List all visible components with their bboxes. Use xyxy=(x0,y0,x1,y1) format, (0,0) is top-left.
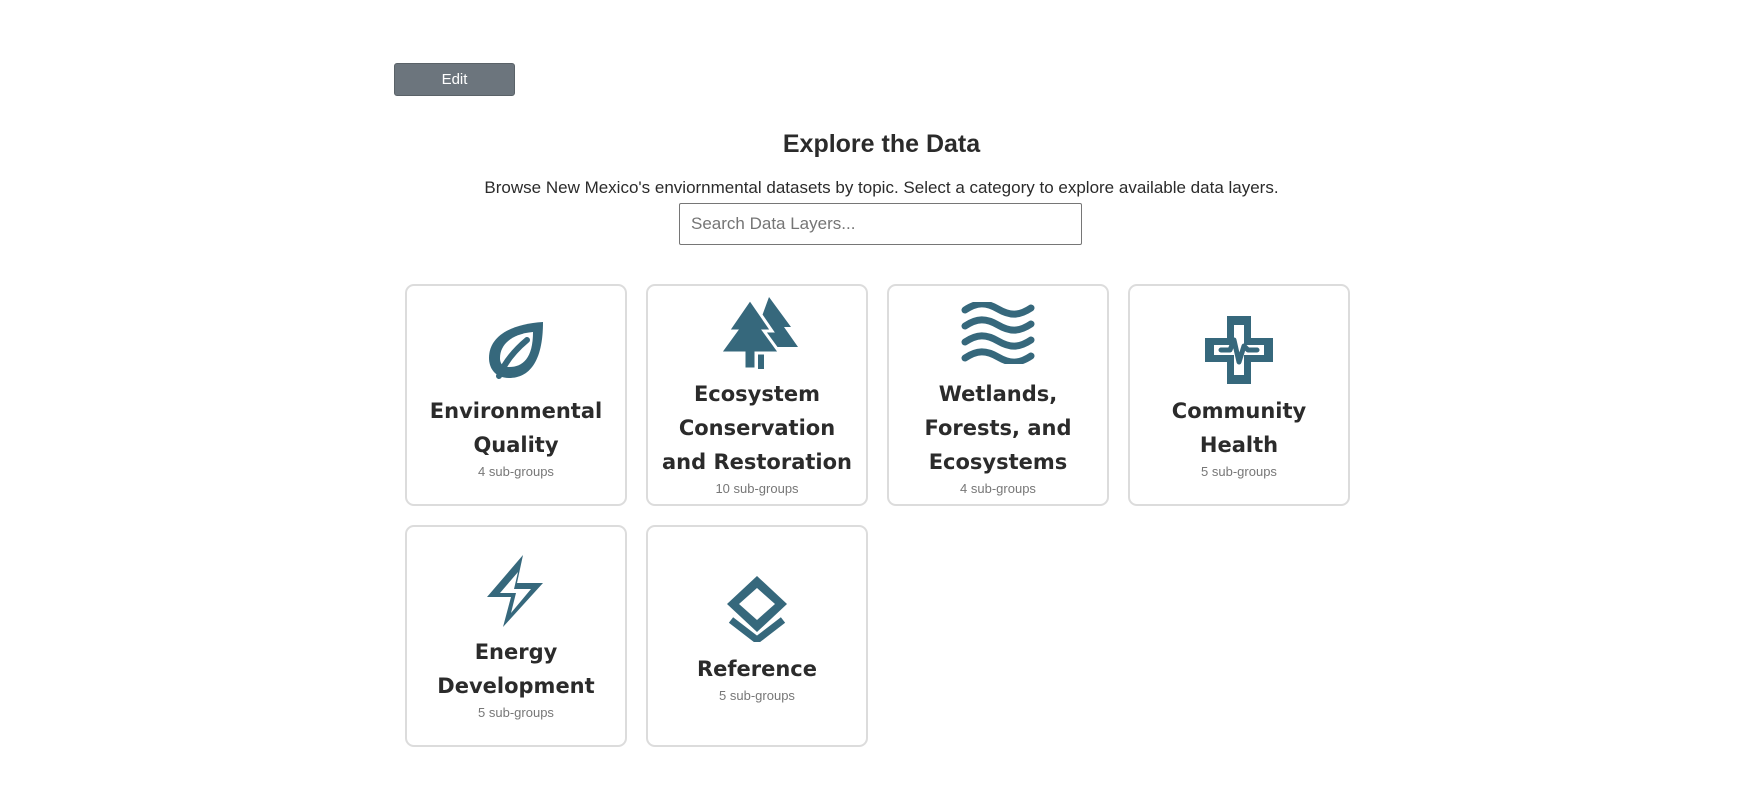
category-title: Environmental Quality xyxy=(429,398,603,457)
category-card-energy-development[interactable]: Energy Development 5 sub-groups xyxy=(405,525,627,747)
category-count: 4 sub-groups xyxy=(478,463,554,479)
category-count: 4 sub-groups xyxy=(960,480,1036,496)
category-title: Reference xyxy=(696,656,818,681)
category-card-environmental-quality[interactable]: Environmental Quality 4 sub-groups xyxy=(405,284,627,506)
category-title: Community Health xyxy=(1171,398,1307,457)
waves-icon xyxy=(953,295,1043,371)
category-count: 5 sub-groups xyxy=(719,687,795,703)
category-card-reference[interactable]: Reference 5 sub-groups xyxy=(646,525,868,747)
category-count: 5 sub-groups xyxy=(1201,463,1277,479)
category-title: Energy Development xyxy=(437,639,595,698)
category-card-community-health[interactable]: Community Health 5 sub-groups xyxy=(1128,284,1350,506)
page-subtitle: Browse New Mexico's enviornmental datase… xyxy=(484,178,1279,197)
edit-button[interactable]: Edit xyxy=(394,63,515,96)
category-title: Wetlands, Forests, and Ecosystems xyxy=(924,381,1072,474)
category-count: 5 sub-groups xyxy=(478,704,554,720)
leaf-icon xyxy=(471,312,561,388)
category-card-wetlands-forests[interactable]: Wetlands, Forests, and Ecosystems 4 sub-… xyxy=(887,284,1109,506)
medical-cross-icon xyxy=(1194,312,1284,388)
lightning-icon xyxy=(471,553,561,629)
category-count: 10 sub-groups xyxy=(715,480,799,496)
search-input[interactable] xyxy=(679,203,1082,245)
layers-icon xyxy=(712,570,802,646)
page-title: Explore the Data xyxy=(782,130,981,158)
category-title: Ecosystem Conservation and Restoration xyxy=(662,381,852,474)
category-card-ecosystem-conservation[interactable]: Ecosystem Conservation and Restoration 1… xyxy=(646,284,868,506)
trees-icon xyxy=(712,295,802,371)
